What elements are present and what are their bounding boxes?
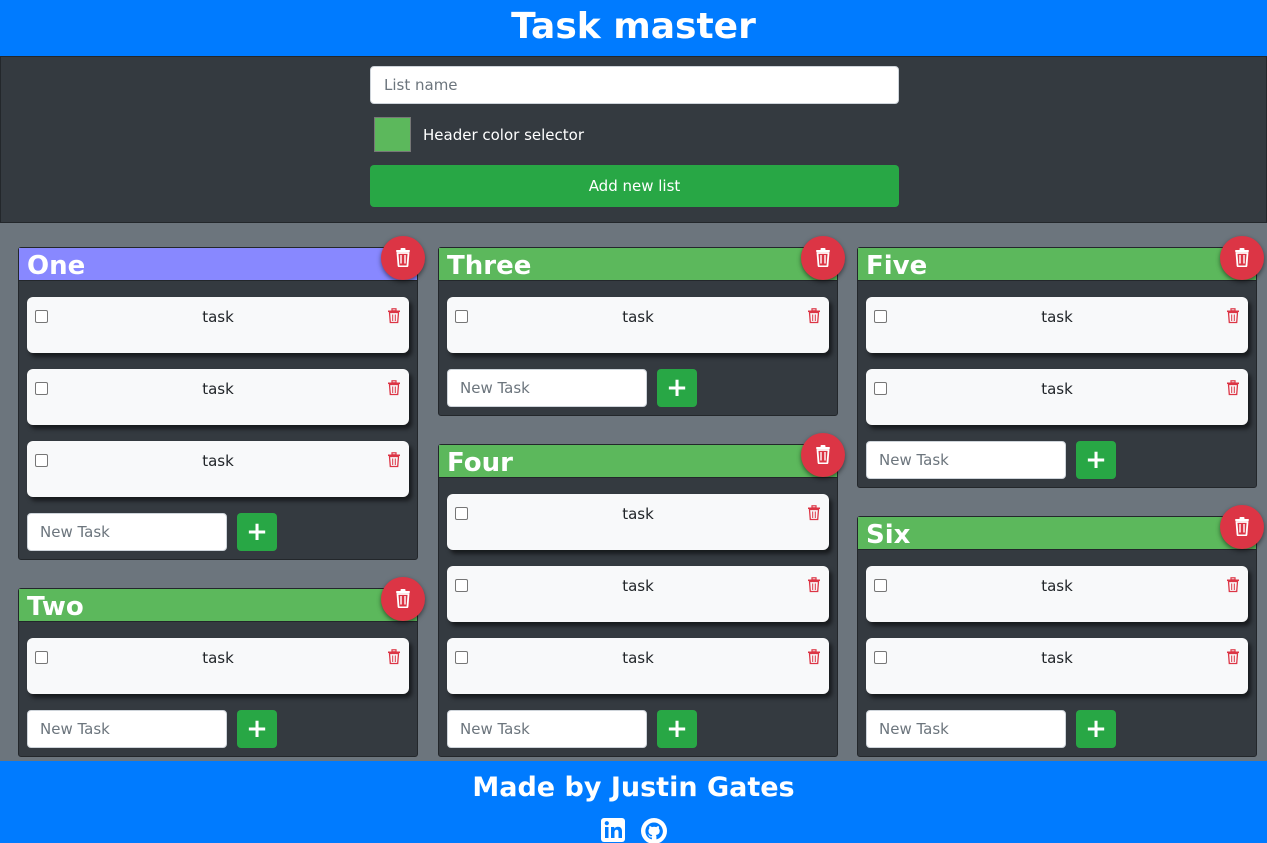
task-label: task xyxy=(202,649,234,667)
task-label: task xyxy=(622,577,654,595)
add-task-button[interactable]: + xyxy=(657,710,697,748)
delete-task-trash-icon[interactable] xyxy=(807,577,821,597)
task-item: task xyxy=(866,297,1248,353)
list-title: Two xyxy=(19,589,417,622)
task-list: task task task xyxy=(19,281,417,513)
footer-credit: Made by Justin Gates xyxy=(472,772,795,803)
list-title: Five xyxy=(858,248,1256,281)
list-card-six: Six task task + xyxy=(857,505,1264,757)
new-task-row: + xyxy=(19,513,417,559)
trash-icon xyxy=(1233,247,1251,270)
task-label: task xyxy=(1041,308,1073,326)
task-list: task xyxy=(19,622,417,710)
new-task-row: + xyxy=(858,710,1256,756)
task-item: task xyxy=(866,566,1248,622)
new-task-input[interactable] xyxy=(27,513,227,551)
task-item: task xyxy=(866,638,1248,694)
delete-task-trash-icon[interactable] xyxy=(387,452,401,472)
new-task-input[interactable] xyxy=(447,710,647,748)
add-task-button[interactable]: + xyxy=(237,513,277,551)
linkedin-icon[interactable] xyxy=(600,817,626,843)
trash-icon xyxy=(394,588,412,611)
new-task-row: + xyxy=(439,710,837,756)
new-task-input[interactable] xyxy=(866,710,1066,748)
delete-task-trash-icon[interactable] xyxy=(1226,308,1240,328)
task-item: task xyxy=(447,297,829,353)
delete-list-button[interactable] xyxy=(801,236,845,280)
task-list: task xyxy=(439,281,837,369)
delete-list-button[interactable] xyxy=(801,433,845,477)
task-label: task xyxy=(202,308,234,326)
trash-icon xyxy=(394,247,412,270)
task-list: task task xyxy=(858,550,1256,710)
add-task-button[interactable]: + xyxy=(1076,441,1116,479)
new-list-form: Header color selector Add new list xyxy=(0,56,1267,223)
task-item: task xyxy=(27,638,409,694)
list-card-four: Four task task task + xyxy=(438,433,845,757)
new-task-input[interactable] xyxy=(866,441,1066,479)
task-label: task xyxy=(202,380,234,398)
add-task-button[interactable]: + xyxy=(237,710,277,748)
delete-task-trash-icon[interactable] xyxy=(1226,649,1240,669)
delete-task-trash-icon[interactable] xyxy=(1226,380,1240,400)
delete-task-trash-icon[interactable] xyxy=(807,505,821,525)
trash-icon xyxy=(1233,516,1251,539)
task-label: task xyxy=(622,505,654,523)
task-label: task xyxy=(622,308,654,326)
app-header: Task master xyxy=(0,0,1267,56)
github-icon[interactable] xyxy=(640,817,668,843)
task-list: task task xyxy=(858,281,1256,441)
delete-list-button[interactable] xyxy=(381,577,425,621)
trash-icon xyxy=(814,247,832,270)
task-label: task xyxy=(622,649,654,667)
task-label: task xyxy=(1041,577,1073,595)
list-card-three: Three task + xyxy=(438,236,845,416)
delete-task-trash-icon[interactable] xyxy=(387,308,401,328)
task-item: task xyxy=(27,369,409,425)
task-label: task xyxy=(1041,380,1073,398)
app-title: Task master xyxy=(511,6,756,47)
new-task-input[interactable] xyxy=(447,369,647,407)
social-links xyxy=(0,817,1267,843)
new-task-row: + xyxy=(439,369,837,415)
delete-list-button[interactable] xyxy=(381,236,425,280)
list-title: Six xyxy=(858,517,1256,550)
add-task-button[interactable]: + xyxy=(1076,710,1116,748)
delete-task-trash-icon[interactable] xyxy=(807,649,821,669)
task-item: task xyxy=(27,297,409,353)
task-item: task xyxy=(447,638,829,694)
task-item: task xyxy=(866,369,1248,425)
delete-task-trash-icon[interactable] xyxy=(1226,577,1240,597)
task-item: task xyxy=(27,441,409,497)
add-new-list-button[interactable]: Add new list xyxy=(370,165,899,207)
page-footer: Made by Justin Gates xyxy=(0,761,1267,843)
new-task-input[interactable] xyxy=(27,710,227,748)
task-label: task xyxy=(1041,649,1073,667)
task-label: task xyxy=(202,452,234,470)
delete-list-button[interactable] xyxy=(1220,505,1264,549)
delete-task-trash-icon[interactable] xyxy=(387,649,401,669)
list-name-input[interactable] xyxy=(370,66,899,104)
trash-icon xyxy=(814,444,832,467)
list-title: One xyxy=(19,248,417,281)
new-task-row: + xyxy=(19,710,417,756)
header-color-selector[interactable] xyxy=(374,117,411,152)
list-card-five: Five task task + xyxy=(857,236,1264,488)
header-color-label: Header color selector xyxy=(423,126,585,144)
list-card-two: Two task + xyxy=(18,577,425,757)
list-title: Three xyxy=(439,248,837,281)
add-task-button[interactable]: + xyxy=(657,369,697,407)
task-list: task task task xyxy=(439,478,837,710)
delete-task-trash-icon[interactable] xyxy=(387,380,401,400)
new-task-row: + xyxy=(858,441,1256,487)
task-item: task xyxy=(447,566,829,622)
list-card-one: One task task task + xyxy=(18,236,425,560)
list-title: Four xyxy=(439,445,837,478)
task-item: task xyxy=(447,494,829,550)
delete-list-button[interactable] xyxy=(1220,236,1264,280)
delete-task-trash-icon[interactable] xyxy=(807,308,821,328)
